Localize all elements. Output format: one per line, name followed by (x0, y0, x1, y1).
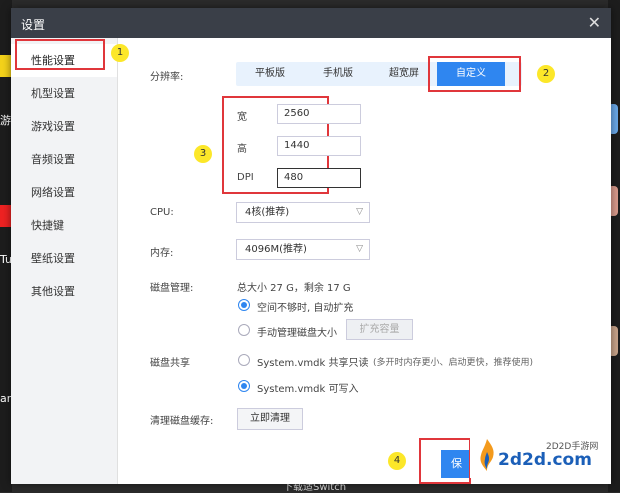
close-icon[interactable]: ✕ (588, 13, 601, 32)
background-thumbnail (0, 55, 11, 77)
disk-manual-radio[interactable] (238, 324, 250, 336)
clear-cache-button[interactable]: 立即清理 (237, 408, 303, 430)
resolution-phone-option[interactable]: 手机版 (304, 62, 372, 86)
watermark-domain: 2d2d.com (498, 450, 592, 470)
height-label: 高 (237, 144, 247, 155)
share-writable-radio[interactable] (238, 380, 250, 392)
cache-label: 清理磁盘缓存: (150, 416, 214, 427)
disk-label: 磁盘管理: (150, 283, 194, 294)
sidebar-item-device-model[interactable]: 机型设置 (11, 77, 117, 110)
sidebar-item-shortcuts[interactable]: 快捷键 (11, 209, 117, 242)
annotation-marker: 1 (111, 44, 129, 62)
sidebar-item-network[interactable]: 网络设置 (11, 176, 117, 209)
sidebar-item-wallpaper[interactable]: 壁纸设置 (11, 242, 117, 275)
background-thumbnail (0, 205, 11, 227)
sidebar-item-label: 音频设置 (31, 153, 75, 166)
dialog-title: 设置 (21, 18, 46, 32)
share-readonly-hint: (多开时内存更小、启动更快，推荐使用) (373, 358, 534, 368)
resolution-ultrawide-option[interactable]: 超宽屏 (372, 62, 436, 86)
settings-dialog: 设置 ✕ 性能设置 机型设置 游戏设置 音频设置 网络设置 快捷键 壁纸设置 其… (11, 8, 611, 484)
flame-logo-icon (480, 439, 494, 471)
cpu-select-value: 4核(推荐) (245, 207, 290, 218)
share-writable-label: System.vmdk 可写入 (257, 384, 359, 395)
sidebar-item-label: 游戏设置 (31, 120, 75, 133)
annotation-marker: 4 (388, 452, 406, 470)
cpu-select[interactable]: 4核(推荐) ▽ (236, 202, 370, 223)
disk-auto-radio[interactable] (238, 299, 250, 311)
sidebar-item-game[interactable]: 游戏设置 (11, 110, 117, 143)
cpu-label: CPU: (150, 207, 174, 218)
chevron-down-icon: ▽ (356, 207, 363, 217)
dpi-label: DPI (237, 172, 254, 183)
share-readonly-label: System.vmdk 共享只读 (257, 358, 369, 369)
resolution-label: 分辨率: (150, 72, 184, 83)
watermark: 2D2D手游网 2d2d.com (470, 434, 610, 478)
memory-label: 内存: (150, 248, 174, 259)
memory-select-value: 4096M(推荐) (245, 244, 307, 255)
sidebar-item-label: 壁纸设置 (31, 252, 75, 265)
sidebar-item-audio[interactable]: 音频设置 (11, 143, 117, 176)
dialog-titlebar: 设置 ✕ (11, 8, 611, 38)
dpi-input[interactable]: 480 (277, 168, 361, 188)
share-readonly-radio[interactable] (238, 354, 250, 366)
resolution-tablet-option[interactable]: 平板版 (236, 62, 304, 86)
sidebar-item-other[interactable]: 其他设置 (11, 275, 117, 308)
disk-manual-label: 手动管理磁盘大小 (257, 328, 337, 339)
sidebar-item-label: 机型设置 (31, 87, 75, 100)
annotation-box (428, 56, 521, 92)
annotation-marker: 3 (194, 145, 212, 163)
share-label: 磁盘共享 (150, 358, 190, 369)
memory-select[interactable]: 4096M(推荐) ▽ (236, 239, 370, 260)
settings-sidebar: 性能设置 机型设置 游戏设置 音频设置 网络设置 快捷键 壁纸设置 其他设置 (11, 38, 118, 484)
annotation-box (15, 39, 105, 70)
width-input[interactable]: 2560 (277, 104, 361, 124)
disk-auto-label: 空间不够时, 自动扩充 (257, 303, 354, 314)
height-input[interactable]: 1440 (277, 136, 361, 156)
sidebar-item-label: 网络设置 (31, 186, 75, 199)
sidebar-item-label: 快捷键 (31, 219, 64, 232)
annotation-box (419, 438, 471, 484)
chevron-down-icon: ▽ (356, 244, 363, 254)
annotation-marker: 2 (537, 65, 555, 83)
disk-summary: 总大小 27 G，剩余 17 G (237, 283, 351, 294)
sidebar-item-label: 其他设置 (31, 285, 75, 298)
width-label: 宽 (237, 112, 247, 123)
expand-capacity-button[interactable]: 扩充容量 (346, 319, 413, 340)
